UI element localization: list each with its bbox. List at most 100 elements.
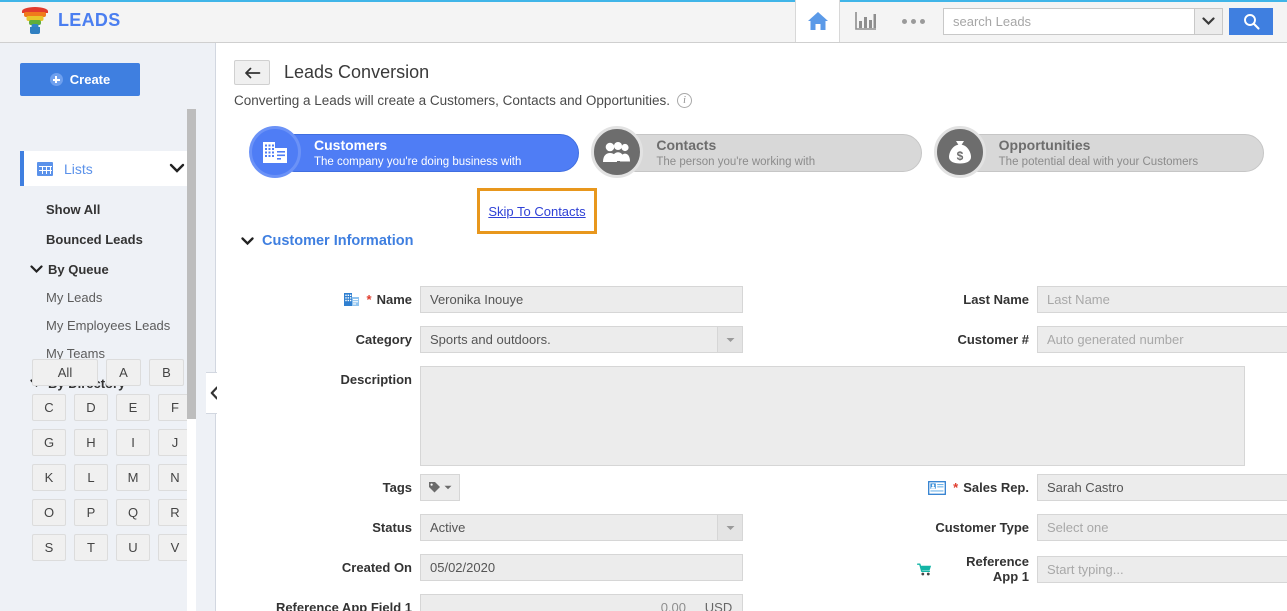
search-submit-button[interactable]: [1229, 8, 1273, 35]
field-last-name-label: Last Name: [917, 292, 1029, 307]
alphabet-row: O P Q R: [32, 499, 192, 526]
search-scope-dropdown[interactable]: [1194, 8, 1223, 35]
alpha-filter-all[interactable]: All: [32, 359, 98, 386]
tags-button[interactable]: [420, 474, 460, 501]
alpha-filter-e[interactable]: E: [116, 394, 150, 421]
alpha-filter-q[interactable]: Q: [116, 499, 150, 526]
reference-app-1-input[interactable]: Start typing...: [1037, 556, 1287, 583]
alphabet-row: K L M N: [32, 464, 192, 491]
create-button[interactable]: Create: [20, 63, 140, 96]
sidebar-item-bounced-leads[interactable]: Bounced Leads: [0, 226, 200, 252]
alpha-filter-a[interactable]: A: [106, 359, 141, 386]
app-root: L EAD S: [0, 0, 1287, 611]
search-input[interactable]: [943, 8, 1194, 35]
alpha-filter-u[interactable]: U: [116, 534, 150, 561]
top-accent-stripe: [0, 0, 1287, 2]
page-subtitle-text: Converting a Leads will create a Custome…: [234, 93, 670, 108]
sidebar-item-label: Bounced Leads: [46, 232, 143, 247]
field-reference-app-1: Reference App 1 Start typing...: [917, 554, 1287, 584]
step-contacts[interactable]: Contacts The person you're working with: [591, 129, 921, 177]
alpha-filter-h[interactable]: H: [74, 429, 108, 456]
alpha-filter-p[interactable]: P: [74, 499, 108, 526]
sidebar-item-my-employees-leads[interactable]: My Employees Leads: [0, 312, 200, 338]
reports-button[interactable]: [848, 0, 884, 42]
create-button-label: Create: [70, 72, 110, 87]
description-textarea[interactable]: [420, 366, 1245, 466]
required-marker: *: [367, 292, 372, 307]
status-dropdown[interactable]: Active: [420, 514, 743, 541]
field-reference-app-field-1-label: Reference App Field 1: [272, 600, 412, 611]
customer-number-placeholder: Auto generated number: [1047, 332, 1184, 347]
step-customers[interactable]: Customers The company you're doing busin…: [249, 129, 579, 177]
alpha-filter-k[interactable]: K: [32, 464, 66, 491]
sidebar-group-by-queue[interactable]: By Queue: [0, 256, 200, 282]
back-arrow-icon: [244, 67, 261, 79]
search-icon: [1243, 13, 1260, 30]
step-description: The potential deal with your Customers: [999, 155, 1198, 169]
main-content: Leads Conversion Converting a Leads will…: [217, 43, 1287, 611]
people-icon: [591, 126, 643, 178]
sales-rep-input[interactable]: Sarah Castro: [1037, 474, 1287, 501]
step-title: Opportunities: [999, 137, 1198, 155]
caret-down-icon: [444, 485, 452, 490]
home-icon: [806, 10, 830, 32]
alpha-filter-b[interactable]: B: [149, 359, 184, 386]
page-header: Leads Conversion: [234, 60, 429, 85]
step-title: Customers: [314, 137, 521, 155]
last-name-placeholder: Last Name: [1047, 292, 1110, 307]
dropdown-arrow-icon[interactable]: [717, 327, 742, 352]
alpha-filter-o[interactable]: O: [32, 499, 66, 526]
category-dropdown[interactable]: Sports and outdoors.: [420, 326, 743, 353]
step-opportunities[interactable]: $ Opportunities The potential deal with …: [934, 129, 1264, 177]
step-title: Contacts: [656, 137, 815, 155]
svg-text:$: $: [956, 149, 963, 163]
page-title: Leads Conversion: [284, 62, 429, 83]
field-description: Description: [327, 366, 1245, 466]
more-options-icon: [902, 19, 925, 24]
skip-to-contacts-link[interactable]: Skip To Contacts: [488, 204, 585, 219]
sidebar-item-lists-label: Lists: [64, 161, 93, 177]
sidebar-item-my-leads[interactable]: My Leads: [0, 284, 200, 310]
chevron-down-icon: [30, 265, 43, 274]
dropdown-arrow-icon[interactable]: [717, 515, 742, 540]
alpha-filter-s[interactable]: S: [32, 534, 66, 561]
reference-app-field-1-input[interactable]: 0.00: [420, 594, 695, 611]
alpha-filter-t[interactable]: T: [74, 534, 108, 561]
back-button[interactable]: [234, 60, 270, 85]
alphabet-row: G H I J: [32, 429, 192, 456]
alpha-filter-d[interactable]: D: [74, 394, 108, 421]
tag-icon: [428, 481, 441, 494]
alpha-filter-l[interactable]: L: [74, 464, 108, 491]
last-name-input[interactable]: Last Name: [1037, 286, 1287, 313]
bar-chart-icon: [855, 11, 877, 31]
info-icon[interactable]: i: [677, 93, 692, 108]
customer-information-section-header[interactable]: Customer Information: [241, 233, 413, 249]
field-customer-type: Customer Type Select one i: [917, 514, 1287, 541]
more-options-button[interactable]: [893, 0, 933, 42]
created-on-input[interactable]: 05/02/2020: [420, 554, 743, 581]
section-title: Customer Information: [262, 233, 413, 249]
field-customer-number: Customer # Auto generated number: [917, 326, 1287, 353]
step-description: The company you're doing business with: [314, 155, 521, 169]
chevron-down-icon: [241, 237, 254, 246]
sidebar-item-lists[interactable]: Lists: [20, 151, 195, 186]
conversion-steps: Customers The company you're doing busin…: [249, 129, 1264, 177]
reference-app-1-placeholder: Start typing...: [1047, 562, 1124, 577]
customer-type-dropdown[interactable]: Select one: [1037, 514, 1287, 541]
money-bag-icon: $: [934, 126, 986, 178]
app-logo[interactable]: LEADS: [22, 5, 121, 35]
sidebar-item-label: Show All: [46, 202, 100, 217]
sidebar-item-show-all[interactable]: Show All: [0, 196, 200, 222]
alpha-filter-c[interactable]: C: [32, 394, 66, 421]
customer-number-input[interactable]: Auto generated number: [1037, 326, 1287, 353]
search-bar: [943, 8, 1223, 35]
alpha-filter-m[interactable]: M: [116, 464, 150, 491]
shopping-cart-icon: [917, 562, 932, 577]
home-button[interactable]: [795, 0, 840, 42]
alpha-filter-g[interactable]: G: [32, 429, 66, 456]
currency-suffix: USD: [695, 594, 743, 611]
step-description: The person you're working with: [656, 155, 815, 169]
sidebar-scrollbar-thumb[interactable]: [187, 109, 196, 419]
alpha-filter-i[interactable]: I: [116, 429, 150, 456]
name-input[interactable]: Veronika Inouye: [420, 286, 743, 313]
